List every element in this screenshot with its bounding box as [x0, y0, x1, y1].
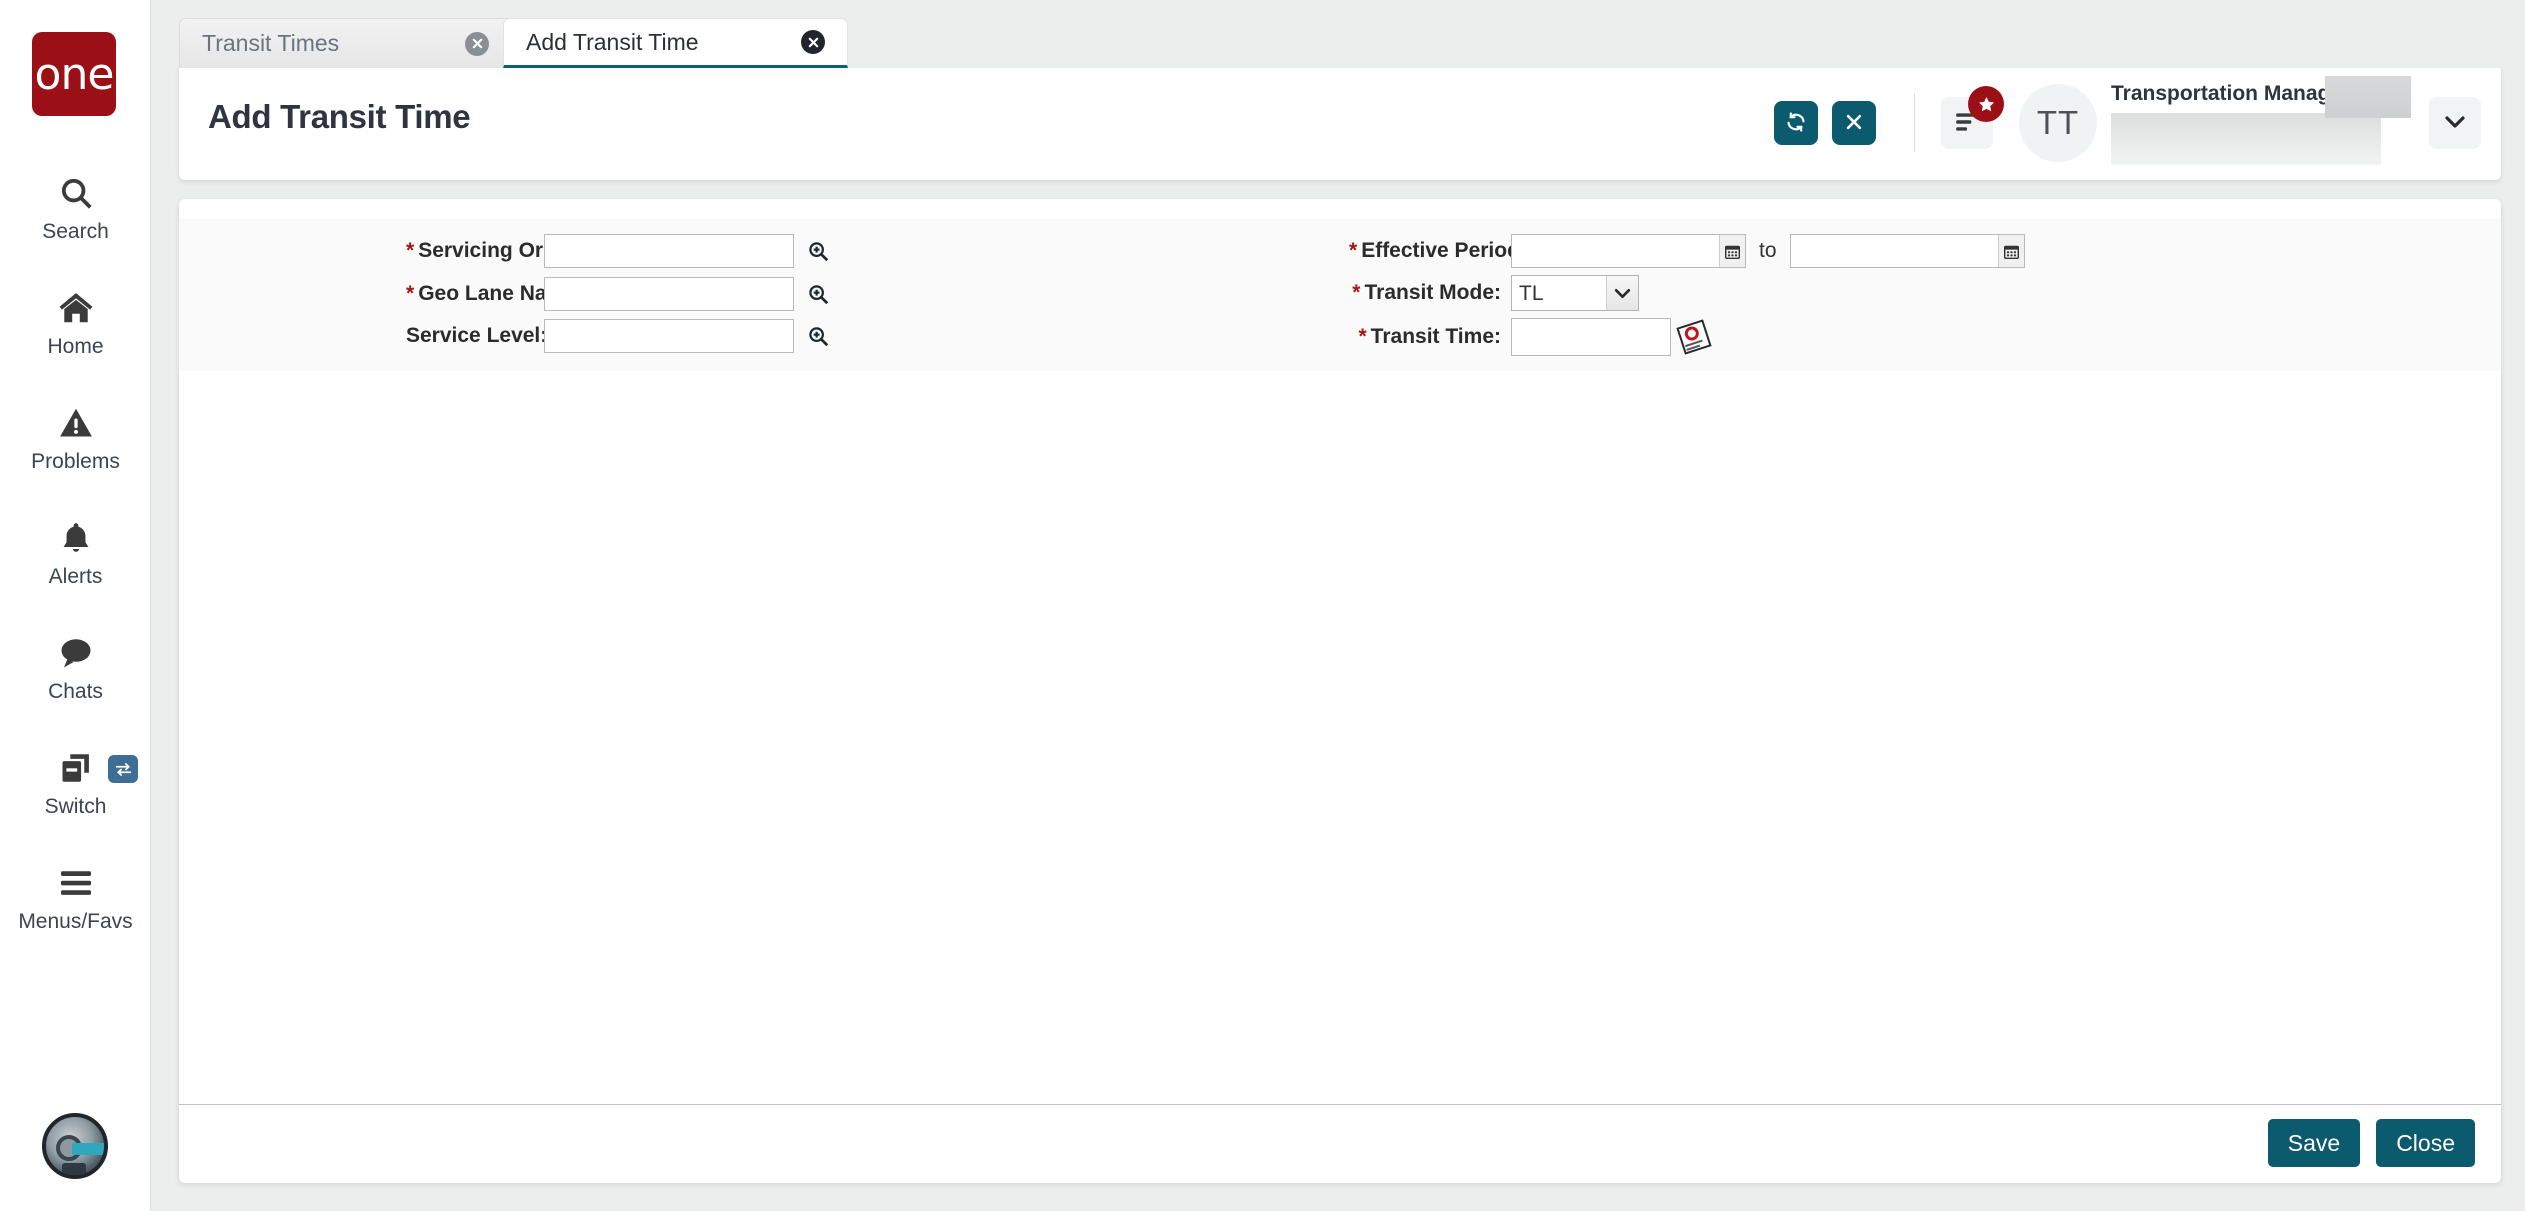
- tab-add-transit-time[interactable]: Add Transit Time: [503, 18, 848, 68]
- app-logo[interactable]: one: [32, 32, 116, 116]
- home-icon: [56, 287, 96, 329]
- required-asterisk: *: [406, 282, 415, 305]
- search-icon: [57, 172, 95, 214]
- sidebar-item-switch[interactable]: Switch: [0, 725, 151, 840]
- tab-label: Transit Times: [202, 30, 340, 56]
- warning-triangle-icon: [57, 402, 95, 444]
- tab-bar: Transit Times Add Transit Time: [151, 0, 2525, 68]
- sidebar-item-search[interactable]: Search: [0, 150, 151, 265]
- duration-picker-icon[interactable]: [1673, 316, 1716, 359]
- required-asterisk: *: [1352, 281, 1361, 304]
- geo-lane-name-input[interactable]: [544, 277, 794, 311]
- close-circle-icon[interactable]: [801, 30, 825, 54]
- chat-bubble-icon: [57, 632, 95, 674]
- page-title: Add Transit Time: [208, 98, 471, 135]
- field-row-geo-lane-name: * Geo Lane Name:: [406, 277, 831, 311]
- avatar[interactable]: TT: [2019, 84, 2097, 162]
- form-content-card: * Servicing Org: * Geo Lane Name: Service …: [179, 199, 2501, 1183]
- robot-body: [62, 1163, 86, 1175]
- transit-time-input[interactable]: [1511, 318, 1671, 356]
- rail-items-list: Search Home Problems Alerts Chats Switch…: [0, 150, 151, 955]
- page-header: Add Transit Time TT Transportation Manag…: [179, 66, 2501, 180]
- tab-label: Add Transit Time: [526, 28, 699, 55]
- sidebar-item-alerts[interactable]: Alerts: [0, 495, 151, 610]
- effective-period-to-wrap: [1789, 234, 2025, 268]
- required-asterisk: *: [406, 239, 415, 262]
- bell-icon: [58, 517, 94, 559]
- sidebar-item-label: Menus/Favs: [18, 909, 133, 933]
- user-menu-button[interactable]: [2429, 97, 2481, 149]
- left-nav-rail: one Search Home Problems Alerts Chats Sw…: [0, 0, 151, 1211]
- refresh-button[interactable]: [1774, 101, 1818, 145]
- search-plus-icon[interactable]: [805, 238, 831, 264]
- required-asterisk: *: [1358, 325, 1367, 348]
- service-level-label: Service Level:: [406, 324, 548, 347]
- avatar-initials: TT: [2036, 104, 2080, 141]
- sidebar-item-label: Problems: [31, 449, 120, 473]
- sidebar-item-label: Home: [47, 334, 104, 358]
- effective-period-to-label: to: [1759, 239, 1777, 262]
- servicing-org-input[interactable]: [544, 234, 794, 268]
- effective-period-from-wrap: [1511, 234, 1746, 268]
- field-row-transit-mode: * Transit Mode: TL: [1349, 275, 1639, 311]
- close-x-icon: [1844, 112, 1864, 135]
- sidebar-item-label: Switch: [44, 794, 107, 818]
- header-divider: [1914, 94, 1915, 152]
- sidebar-item-label: Chats: [48, 679, 103, 703]
- required-asterisk: *: [1349, 239, 1358, 262]
- transit-mode-label: * Transit Mode:: [1352, 281, 1501, 304]
- redacted-block-bottom: [2111, 112, 2381, 165]
- robot-visor: [72, 1143, 104, 1155]
- field-row-effective-period: * Effective Period: to: [1349, 234, 2025, 268]
- field-row-servicing-org: * Servicing Org:: [406, 234, 831, 268]
- close-button[interactable]: Close: [2376, 1119, 2475, 1167]
- search-plus-icon[interactable]: [805, 281, 831, 307]
- servicing-org-label: * Servicing Org:: [406, 239, 563, 262]
- close-page-button[interactable]: [1832, 101, 1876, 145]
- search-plus-icon[interactable]: [805, 323, 831, 349]
- field-row-transit-time: * Transit Time:: [1349, 318, 1712, 356]
- chevron-down-icon: [2443, 114, 2467, 133]
- transit-mode-select[interactable]: TL: [1511, 275, 1639, 311]
- transit-mode-select-wrap: TL: [1511, 275, 1639, 311]
- effective-period-label: * Effective Period:: [1349, 239, 1527, 262]
- sidebar-item-problems[interactable]: Problems: [0, 380, 151, 495]
- header-actions: TT Transportation Manager: [1760, 66, 2481, 180]
- calendar-icon[interactable]: [1997, 235, 2024, 267]
- effective-period-from-input[interactable]: [1511, 234, 1746, 268]
- hamburger-icon: [57, 862, 95, 904]
- footer-divider: [179, 1104, 2501, 1105]
- field-row-service-level: Service Level:: [406, 319, 831, 353]
- sidebar-item-menus-favs[interactable]: Menus/Favs: [0, 840, 151, 955]
- notifications-menu-button[interactable]: [1941, 86, 2004, 149]
- footer-actions: Save Close: [2267, 1119, 2475, 1167]
- sidebar-item-home[interactable]: Home: [0, 265, 151, 380]
- tab-transit-times[interactable]: Transit Times: [179, 18, 512, 68]
- transit-time-label: * Transit Time:: [1358, 325, 1501, 348]
- sidebar-item-label: Alerts: [48, 564, 103, 588]
- close-circle-icon[interactable]: [465, 31, 489, 56]
- sidebar-item-label: Search: [42, 219, 109, 243]
- geo-lane-name-label: * Geo Lane Name:: [406, 282, 584, 305]
- robot-avatar-icon[interactable]: [42, 1113, 108, 1179]
- refresh-icon: [1785, 111, 1807, 136]
- calendar-icon[interactable]: [1719, 235, 1745, 267]
- sidebar-item-chats[interactable]: Chats: [0, 610, 151, 725]
- app-logo-text: one: [34, 49, 115, 100]
- swap-arrows-icon[interactable]: [108, 755, 138, 783]
- service-level-input[interactable]: [544, 319, 794, 353]
- star-icon: [1968, 86, 2004, 122]
- save-button[interactable]: Save: [2267, 1119, 2361, 1167]
- redacted-block-top: [2325, 75, 2411, 118]
- effective-period-to-input[interactable]: [1789, 234, 2025, 268]
- switch-windows-icon: [57, 747, 95, 789]
- user-info: Transportation Manager: [2111, 75, 2411, 165]
